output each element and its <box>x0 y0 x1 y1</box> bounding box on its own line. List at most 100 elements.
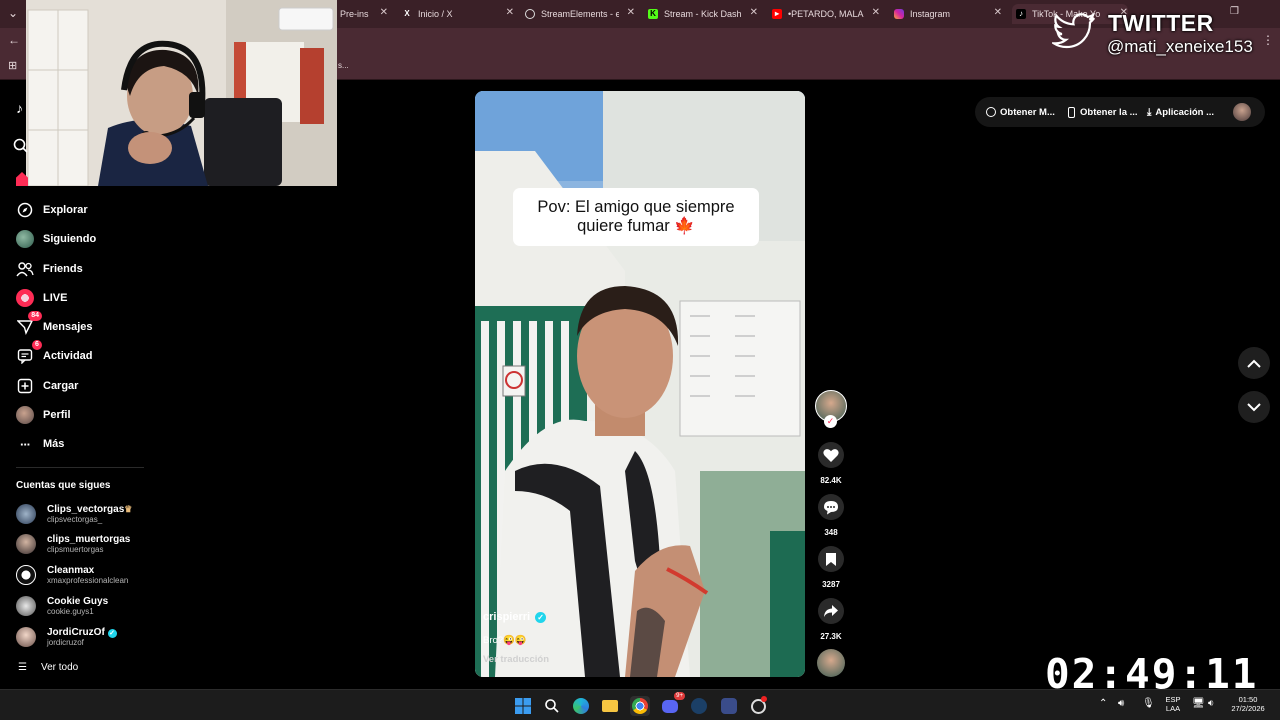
close-icon[interactable]: ✕ <box>627 7 635 18</box>
video-description: Bro?😜😜 <box>483 635 527 646</box>
tiktok-logo[interactable]: ♪ <box>16 100 23 116</box>
follow-check-icon[interactable]: ✓ <box>824 415 837 428</box>
account-handle: xmaxprofessionalclean <box>47 575 129 585</box>
list-icon: ☰ <box>18 661 27 673</box>
chevron-down-icon <box>1247 402 1261 411</box>
followed-account[interactable]: Cookie Guys cookie.guys1 <box>16 592 108 620</box>
account-handle: clipsvectorgas_ <box>47 514 103 524</box>
recording-dot-icon <box>761 696 767 702</box>
avatar <box>16 596 36 616</box>
microphone-icon[interactable]: 🎙︎ <box>1142 699 1155 709</box>
tab-streamelements[interactable]: StreamElements - ele ✕ <box>525 4 635 24</box>
sidebar-item-actividad[interactable]: 6 Actividad <box>16 340 93 368</box>
close-icon[interactable]: ✕ <box>506 7 514 18</box>
see-all-link[interactable]: ☰ Ver todo <box>18 660 78 674</box>
chevron-up-icon <box>1247 359 1261 368</box>
steam-icon[interactable] <box>689 696 709 716</box>
discord-icon[interactable]: 9+ <box>660 692 685 716</box>
sidebar-item-live[interactable]: LIVE <box>16 286 67 310</box>
comment-button[interactable] <box>818 494 844 520</box>
share-icon <box>824 605 838 617</box>
close-icon[interactable]: ✕ <box>380 7 388 18</box>
followed-account[interactable]: Clips_vectorgas♛ clipsvectorgas_ <box>16 500 132 528</box>
webcam-image <box>26 0 337 186</box>
save-button[interactable] <box>818 546 844 572</box>
tab-kick-dashboard[interactable]: K Stream - Kick Dashbo ✕ <box>648 4 758 24</box>
sidebar-item-label: Friends <box>43 263 83 275</box>
kick-icon: K <box>648 9 658 19</box>
followed-account[interactable]: clips_muertorgas clipsmuertorgas <box>16 530 130 558</box>
tab-label: Inicio / X <box>418 9 453 19</box>
edge-icon[interactable] <box>571 696 591 716</box>
youtube-icon: ▸ <box>772 9 782 19</box>
avatar <box>16 534 36 554</box>
tab-pre-ins[interactable]: Pre-ins ✕ <box>340 4 388 24</box>
previous-video-button[interactable] <box>1238 347 1270 379</box>
messages-badge: 84 <box>28 311 42 321</box>
sidebar-item-perfil[interactable]: Perfil <box>16 403 71 427</box>
get-app-button[interactable]: Obtener la ... <box>1068 97 1138 127</box>
network-icon[interactable]: 🖥︎ <box>1192 699 1205 709</box>
avatar[interactable] <box>1233 103 1251 121</box>
like-button[interactable] <box>818 442 844 468</box>
get-coins-button[interactable]: Obtener M... <box>986 97 1055 127</box>
tab-instagram[interactable]: Instagram ✕ <box>894 4 1002 24</box>
close-icon[interactable]: ✕ <box>872 7 880 18</box>
audio-icon[interactable]: 🔊︎ <box>1118 699 1124 709</box>
see-translation-link[interactable]: Ver traducción <box>483 654 549 665</box>
messages-icon: 84 <box>16 311 42 336</box>
volume-icon[interactable]: 🔉︎ <box>1208 699 1214 709</box>
clock[interactable]: 01:50 27/2/2026 <box>1226 695 1270 713</box>
clock-date: 27/2/2026 <box>1231 704 1265 713</box>
sidebar-item-explorar[interactable]: Explorar <box>16 198 88 222</box>
windows-taskbar: 9+ ⌃ 🔊︎ 🎙︎ ESP LAA 🖥︎ 🔉︎ 01:50 27/2/2026 <box>0 689 1280 720</box>
sidebar-item-mas[interactable]: ··· Más <box>16 432 64 456</box>
followed-account[interactable]: Cleanmax xmaxprofessionalclean <box>16 561 128 589</box>
coin-icon <box>986 107 996 117</box>
sidebar-item-siguiendo[interactable]: Siguiendo <box>16 227 96 251</box>
account-name: Clips_vectorgas <box>47 503 125 515</box>
language-indicator[interactable]: ESP LAA <box>1162 695 1184 713</box>
windows-start-icon[interactable] <box>513 696 533 716</box>
back-arrow-icon[interactable]: ← <box>8 33 20 47</box>
bookmark-icon <box>826 552 836 566</box>
sidebar-item-cargar[interactable]: Cargar <box>16 374 78 398</box>
sidebar-item-label: LIVE <box>43 292 68 304</box>
phone-icon <box>1068 106 1075 118</box>
bookmark-fragment[interactable]: s... <box>338 61 349 70</box>
streamelements-icon <box>525 9 535 19</box>
tray-chevron-icon[interactable]: ⌃ <box>1099 699 1107 709</box>
see-all-label: Ver todo <box>40 661 79 673</box>
next-video-button[interactable] <box>1238 391 1270 423</box>
tab-inicio-x[interactable]: X Inicio / X ✕ <box>402 4 514 24</box>
language-code: ESP <box>1165 695 1181 704</box>
file-explorer-icon[interactable] <box>600 696 620 716</box>
video-player[interactable] <box>475 91 805 677</box>
sidebar-item-friends[interactable]: Friends <box>16 257 83 281</box>
following-avatar-icon <box>16 230 34 248</box>
obs-icon[interactable] <box>748 696 768 716</box>
compass-icon <box>16 201 34 219</box>
close-icon[interactable]: ✕ <box>994 7 1002 18</box>
tab-youtube-petardo[interactable]: ▸ •PETARDO, MALARDO ✕ <box>772 4 880 24</box>
followed-account[interactable]: JordiCruzOf ✓ jordicruzof <box>16 623 117 651</box>
close-icon[interactable]: ✕ <box>750 7 758 18</box>
language-layout: LAA <box>1165 704 1181 713</box>
desktop-app-label: Aplicación ... <box>1155 106 1215 118</box>
app-gear-icon[interactable] <box>719 696 739 716</box>
sidebar-item-mensajes[interactable]: 84 Mensajes <box>16 311 93 339</box>
search-icon[interactable] <box>12 137 30 155</box>
search-icon[interactable] <box>542 696 562 716</box>
sidebar-item-label: Siguiendo <box>43 233 97 245</box>
desktop-app-button[interactable]: ⤓ Aplicación ... <box>1147 97 1214 127</box>
share-button[interactable] <box>818 598 844 624</box>
account-name: Cookie Guys <box>47 595 109 607</box>
apps-grid-icon[interactable]: ⊞ <box>8 59 17 72</box>
author-name: crispierri <box>483 611 531 623</box>
chrome-icon[interactable] <box>630 696 650 716</box>
like-count: 82.4K <box>820 476 842 485</box>
tab-search-icon[interactable]: ⌄ <box>8 6 18 20</box>
video-author[interactable]: crispierri ✓ <box>483 611 547 623</box>
sound-avatar[interactable] <box>817 649 845 677</box>
crown-icon: ♛ <box>124 503 133 514</box>
